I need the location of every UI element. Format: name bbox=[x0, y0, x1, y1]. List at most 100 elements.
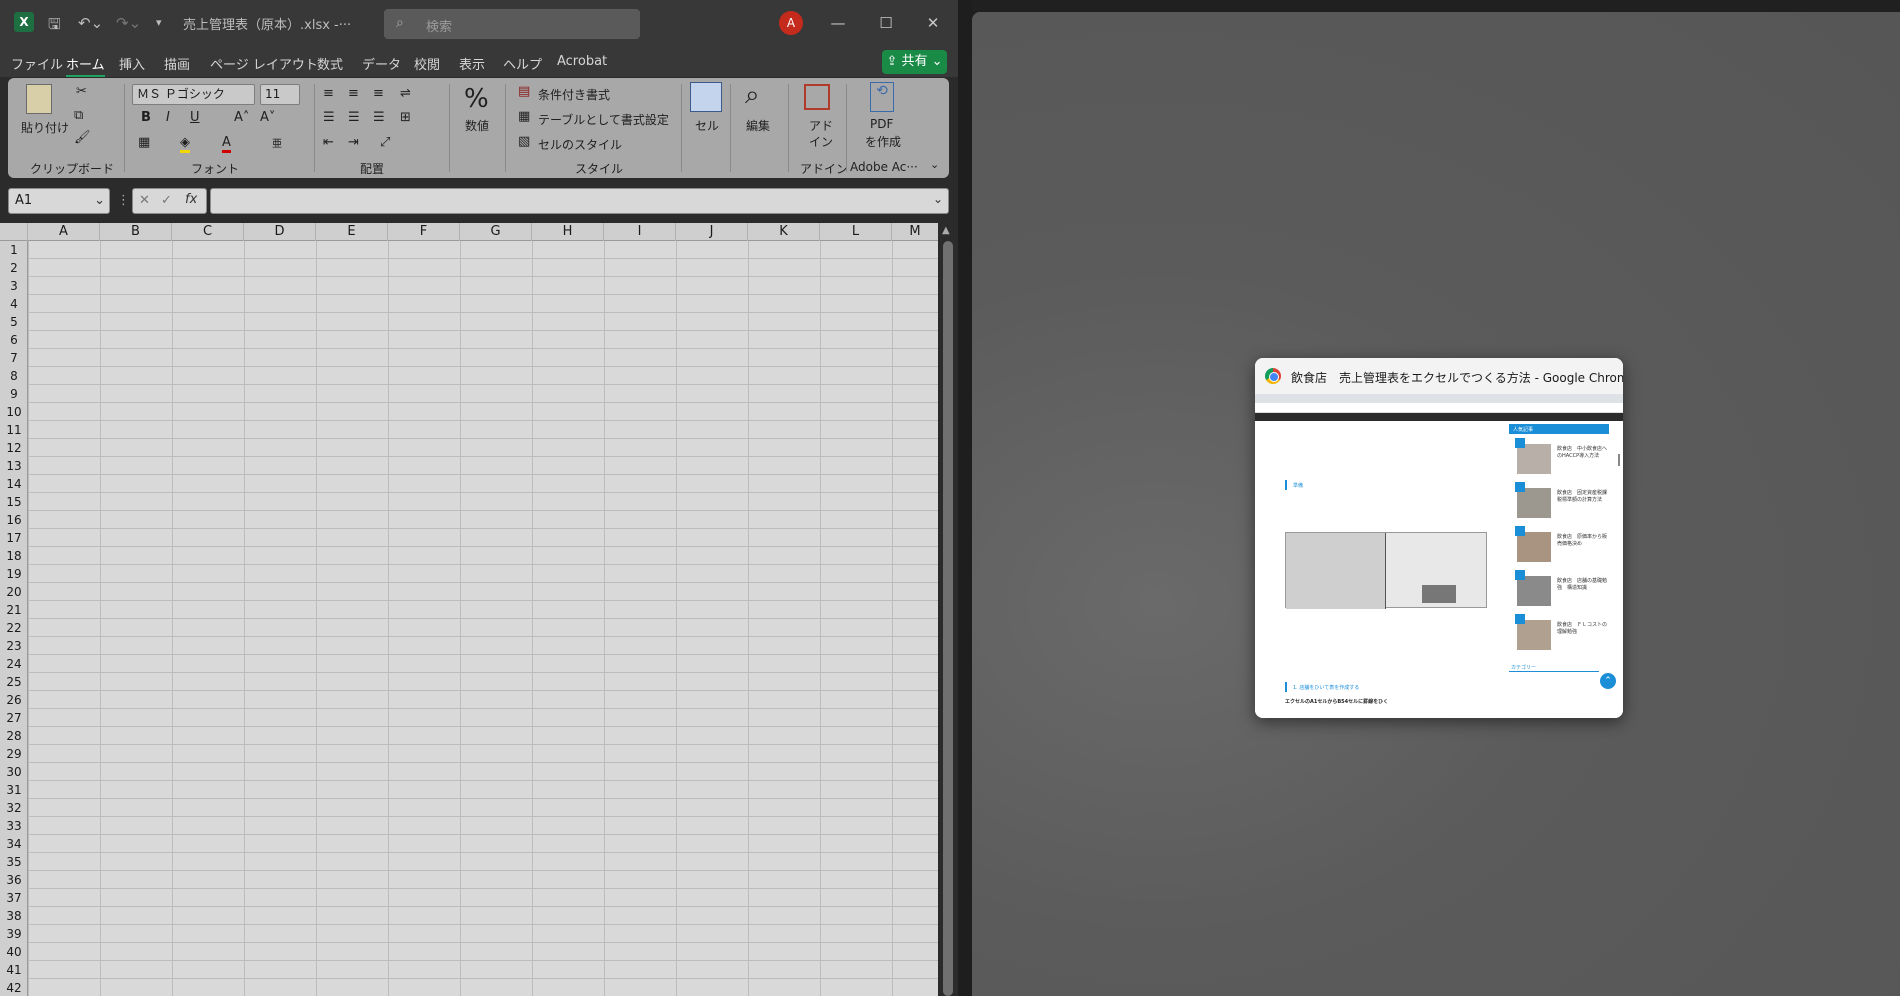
column-header[interactable]: G bbox=[460, 223, 532, 241]
bold-icon[interactable]: B bbox=[141, 110, 151, 125]
select-all-corner[interactable] bbox=[0, 223, 28, 241]
column-header[interactable]: M bbox=[892, 223, 938, 241]
row-header[interactable]: 10 bbox=[0, 403, 28, 421]
addins-label-2[interactable]: イン bbox=[809, 133, 833, 150]
create-pdf-icon[interactable]: ⟲ bbox=[870, 82, 894, 112]
row-header[interactable]: 3 bbox=[0, 277, 28, 295]
close-icon[interactable]: ✕ bbox=[921, 11, 945, 35]
align-top-icon[interactable]: ≡ bbox=[323, 86, 334, 101]
row-header[interactable]: 1 bbox=[0, 241, 28, 259]
copy-icon[interactable]: ⧉ bbox=[74, 108, 83, 123]
tab-home[interactable]: ホーム bbox=[66, 54, 105, 77]
row-header[interactable]: 11 bbox=[0, 421, 28, 439]
row-header[interactable]: 36 bbox=[0, 871, 28, 889]
cancel-icon[interactable]: ✕ bbox=[139, 193, 150, 208]
popular-article[interactable]: 飲食店 固定資産税課税標準額の計算方法 bbox=[1515, 482, 1611, 522]
align-right-icon[interactable]: ☰ bbox=[373, 110, 385, 125]
expand-formula-icon[interactable]: ⌄ bbox=[933, 192, 943, 206]
align-left-icon[interactable]: ☰ bbox=[323, 110, 335, 125]
cut-icon[interactable]: ✂ bbox=[76, 84, 87, 99]
popular-article[interactable]: 飲食店 中小飲食店へのHACCP導入方法 bbox=[1515, 438, 1611, 478]
snap-divider[interactable] bbox=[958, 0, 972, 996]
column-header[interactable]: I bbox=[604, 223, 676, 241]
column-header[interactable]: B bbox=[100, 223, 172, 241]
minimize-icon[interactable]: — bbox=[826, 11, 850, 35]
addins-icon[interactable] bbox=[804, 84, 830, 110]
find-icon[interactable]: ⌕ bbox=[745, 80, 760, 111]
row-header[interactable]: 2 bbox=[0, 259, 28, 277]
tab-help[interactable]: ヘルプ bbox=[503, 54, 542, 73]
tab-acrobat[interactable]: Acrobat bbox=[557, 54, 607, 69]
number-label[interactable]: 数値 bbox=[465, 117, 489, 134]
tab-insert[interactable]: 挿入 bbox=[119, 54, 145, 73]
popular-article[interactable]: 飲食店 原価率から販売価格決め bbox=[1515, 526, 1611, 566]
row-header[interactable]: 29 bbox=[0, 745, 28, 763]
increase-font-icon[interactable]: A˄ bbox=[234, 110, 249, 125]
row-header[interactable]: 22 bbox=[0, 619, 28, 637]
format-painter-icon[interactable]: 🖌 bbox=[74, 130, 91, 145]
row-header[interactable]: 41 bbox=[0, 961, 28, 979]
row-header[interactable]: 38 bbox=[0, 907, 28, 925]
row-header[interactable]: 30 bbox=[0, 763, 28, 781]
percent-icon[interactable]: % bbox=[464, 84, 489, 114]
row-header[interactable]: 14 bbox=[0, 475, 28, 493]
undo-icon[interactable]: ↶⌄ bbox=[78, 14, 103, 32]
paste-icon[interactable] bbox=[26, 84, 52, 114]
redo-icon[interactable]: ↷⌄ bbox=[116, 14, 141, 32]
share-button[interactable]: ⇪ 共有 ⌄ bbox=[882, 50, 947, 74]
underline-icon[interactable]: U bbox=[190, 110, 200, 125]
row-header[interactable]: 40 bbox=[0, 943, 28, 961]
decrease-indent-icon[interactable]: ⇤ bbox=[323, 135, 334, 150]
orientation-icon[interactable]: ⤢ bbox=[380, 135, 390, 150]
customize-qat-icon[interactable]: ▾ bbox=[156, 16, 162, 29]
row-header[interactable]: 42 bbox=[0, 979, 28, 996]
ribbon-collapse-icon[interactable]: ⌄ bbox=[930, 158, 939, 171]
column-header[interactable]: K bbox=[748, 223, 820, 241]
formula-bar-handle-icon[interactable]: ⋮ bbox=[117, 193, 130, 208]
row-header[interactable]: 31 bbox=[0, 781, 28, 799]
chrome-window-thumbnail[interactable]: 飲食店 売上管理表をエクセルでつくる方法 - Google Chrome 準備 … bbox=[1255, 358, 1623, 718]
row-header[interactable]: 20 bbox=[0, 583, 28, 601]
tab-page-layout[interactable]: ページ レイアウト bbox=[210, 54, 318, 73]
popular-article[interactable]: 飲食店 店舗の基礎勉強 構造知識 bbox=[1515, 570, 1611, 610]
tab-draw[interactable]: 描画 bbox=[164, 54, 190, 73]
cells-icon[interactable] bbox=[690, 82, 722, 112]
avatar[interactable]: A bbox=[779, 11, 803, 35]
row-header[interactable]: 34 bbox=[0, 835, 28, 853]
row-header[interactable]: 25 bbox=[0, 673, 28, 691]
cell-styles-icon[interactable]: ▧ bbox=[518, 134, 530, 149]
align-bottom-icon[interactable]: ≡ bbox=[373, 86, 384, 101]
row-header[interactable]: 12 bbox=[0, 439, 28, 457]
align-middle-icon[interactable]: ≡ bbox=[348, 86, 359, 101]
editing-label[interactable]: 編集 bbox=[746, 117, 770, 134]
row-header[interactable]: 6 bbox=[0, 331, 28, 349]
pdf-label-1[interactable]: PDF bbox=[870, 117, 893, 131]
tab-view[interactable]: 表示 bbox=[459, 54, 485, 73]
scroll-up-icon[interactable]: ▲ bbox=[942, 225, 950, 236]
column-header[interactable]: C bbox=[172, 223, 244, 241]
row-header[interactable]: 13 bbox=[0, 457, 28, 475]
row-header[interactable]: 39 bbox=[0, 925, 28, 943]
row-header[interactable]: 35 bbox=[0, 853, 28, 871]
pdf-label-2[interactable]: を作成 bbox=[865, 133, 901, 150]
maximize-icon[interactable]: ☐ bbox=[874, 11, 898, 35]
italic-icon[interactable]: I bbox=[166, 110, 170, 125]
row-header[interactable]: 16 bbox=[0, 511, 28, 529]
vertical-scrollbar[interactable]: ▲ bbox=[938, 223, 958, 996]
row-header[interactable]: 32 bbox=[0, 799, 28, 817]
cell-grid[interactable] bbox=[28, 241, 938, 996]
conditional-format-icon[interactable]: ▤ bbox=[518, 84, 530, 99]
column-header[interactable]: H bbox=[532, 223, 604, 241]
row-header[interactable]: 24 bbox=[0, 655, 28, 673]
scroll-top-icon[interactable]: ⌃ bbox=[1600, 673, 1616, 689]
row-header[interactable]: 17 bbox=[0, 529, 28, 547]
wrap-text-icon[interactable]: ⇌ bbox=[400, 86, 411, 101]
column-header[interactable]: J bbox=[676, 223, 748, 241]
row-header[interactable]: 15 bbox=[0, 493, 28, 511]
font-color-icon[interactable]: A bbox=[222, 135, 231, 153]
scrollbar-thumb[interactable] bbox=[943, 241, 953, 996]
row-header[interactable]: 37 bbox=[0, 889, 28, 907]
font-size-combo[interactable]: 11 bbox=[260, 84, 300, 105]
increase-indent-icon[interactable]: ⇥ bbox=[348, 135, 359, 150]
addins-label-1[interactable]: アド bbox=[809, 117, 833, 134]
